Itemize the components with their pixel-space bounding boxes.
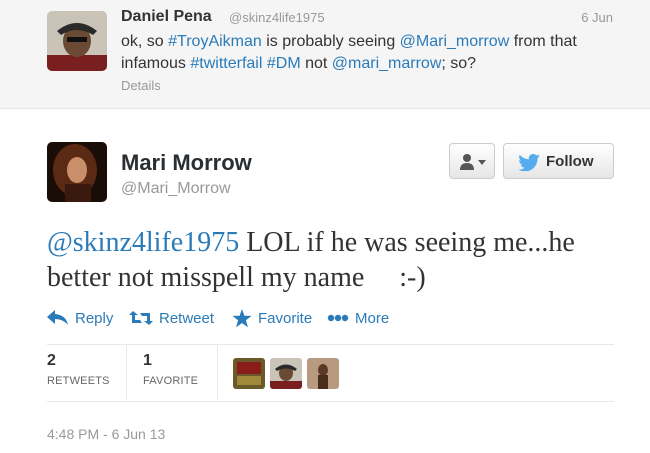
follow-label: Follow [546, 153, 594, 170]
hashtag-link[interactable]: #TroyAikman [168, 33, 262, 50]
more-button[interactable]: More [327, 306, 389, 330]
retweet-label: Retweet [159, 309, 215, 327]
details-link[interactable]: Details [121, 78, 161, 93]
tweet-text-fragment: is probably seeing [261, 33, 400, 50]
author-name[interactable]: Mari Morrow [121, 150, 252, 176]
divider [47, 401, 614, 402]
tweet-text: @skinz4life1975 LOL if he was seeing me.… [47, 225, 627, 295]
avatar[interactable] [47, 142, 107, 202]
tweet-timestamp[interactable]: 4:48 PM - 6 Jun 13 [47, 426, 165, 442]
more-label: More [355, 309, 390, 327]
retweets-label: RETWEETS [47, 375, 110, 387]
favorites-label: FAVORITE [143, 375, 199, 387]
favorite-button[interactable]: Favorite [232, 306, 312, 330]
author-handle[interactable]: @Mari_Morrow [121, 180, 231, 198]
divider [217, 345, 218, 400]
avatar[interactable] [270, 358, 302, 389]
retweets-count: 2 [47, 352, 56, 369]
favorites-count: 1 [143, 352, 152, 369]
retweet-button[interactable]: Retweet [129, 306, 214, 330]
avatar[interactable] [47, 11, 107, 71]
tweet-text-fragment: ; so? [441, 55, 477, 72]
reply-button[interactable]: Reply [47, 306, 113, 330]
star-icon [232, 308, 252, 327]
avatar[interactable] [307, 358, 339, 389]
reply-label: Reply [75, 309, 114, 327]
favorite-label: Favorite [258, 309, 313, 327]
user-actions-dropdown[interactable] [449, 143, 495, 179]
mention-link[interactable]: @skinz4life1975 [47, 227, 239, 258]
mention-link[interactable]: @Mari_morrow [400, 33, 510, 50]
retweet-icon [129, 311, 153, 325]
follow-button[interactable]: Follow [503, 143, 614, 179]
hashtag-link[interactable]: #DM [267, 55, 301, 72]
tweet-text-fragment: ok, so [121, 33, 169, 50]
hashtag-link[interactable]: #twitterfail [190, 55, 262, 72]
tweet-text-fragment: not [300, 55, 332, 72]
twitter-bird-icon [518, 154, 540, 171]
avatar[interactable] [233, 358, 265, 389]
reply-icon [47, 310, 68, 325]
tweet-date[interactable]: 6 Jun [581, 10, 613, 25]
divider [126, 345, 127, 400]
author-name[interactable]: Daniel Pena [121, 8, 212, 26]
mention-link[interactable]: @mari_marrow [332, 55, 442, 72]
parent-tweet[interactable]: Daniel Pena @skinz4life1975 6 Jun ok, so… [0, 0, 650, 109]
tweet-text: ok, so #TroyAikman is probably seeing @M… [121, 31, 616, 75]
tweet-stats: 2 RETWEETS 1 FAVORITE [47, 345, 614, 400]
more-dots-icon [327, 314, 349, 322]
user-icon [460, 154, 486, 170]
author-handle[interactable]: @skinz4life1975 [229, 10, 325, 25]
